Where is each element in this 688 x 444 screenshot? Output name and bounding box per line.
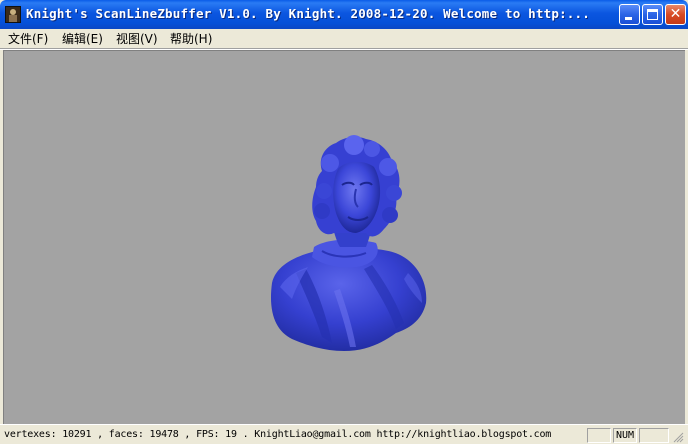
close-button[interactable]: ✕ bbox=[665, 4, 686, 25]
menu-view[interactable]: 视图(V) bbox=[116, 31, 158, 47]
maximize-icon bbox=[647, 9, 658, 20]
status-pane-num: NUM bbox=[613, 428, 637, 443]
bust-model bbox=[270, 135, 427, 351]
minimize-button[interactable] bbox=[619, 4, 640, 25]
status-bar: vertexes: 10291 , faces: 19478 , FPS: 19… bbox=[0, 424, 688, 444]
resize-grip-icon[interactable] bbox=[672, 431, 684, 443]
status-pane-caps bbox=[587, 428, 611, 443]
render-viewport[interactable] bbox=[3, 50, 685, 424]
app-window: Knight's ScanLineZbuffer V1.0. By Knight… bbox=[0, 0, 688, 444]
menu-edit[interactable]: 编辑(E) bbox=[62, 31, 103, 47]
menu-file[interactable]: 文件(F) bbox=[8, 31, 48, 47]
status-pane-scroll bbox=[639, 428, 669, 443]
status-text: vertexes: 10291 , faces: 19478 , FPS: 19… bbox=[4, 429, 552, 440]
maximize-button[interactable] bbox=[642, 4, 663, 25]
menu-help[interactable]: 帮助(H) bbox=[170, 31, 212, 47]
app-portrait-icon[interactable] bbox=[5, 6, 21, 23]
title-bar[interactable]: Knight's ScanLineZbuffer V1.0. By Knight… bbox=[0, 0, 688, 29]
window-title: Knight's ScanLineZbuffer V1.0. By Knight… bbox=[26, 6, 590, 21]
minimize-icon bbox=[625, 17, 632, 20]
menu-bar: 文件(F) 编辑(E) 视图(V) 帮助(H) bbox=[0, 29, 688, 48]
close-icon: ✕ bbox=[669, 6, 682, 22]
